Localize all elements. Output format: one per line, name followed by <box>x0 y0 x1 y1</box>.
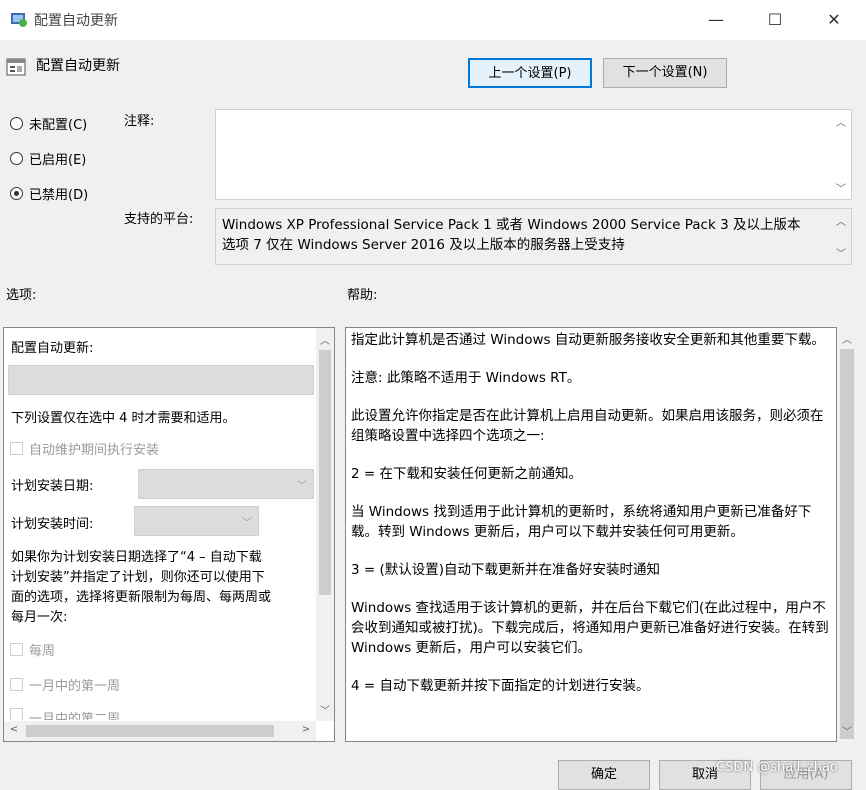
schedule-line-4: 每月一次: <box>11 610 68 625</box>
title-bar <box>0 0 866 40</box>
configure-combo[interactable] <box>8 365 314 395</box>
scroll-right-icon[interactable]: > <box>298 724 314 735</box>
watermark: CSDN @shall_zhao <box>716 760 838 775</box>
radio-not-configured[interactable]: 未配置(C) <box>10 112 87 134</box>
help-paragraph: Windows 查找适用于该计算机的更新，并在后台下载它们(在此过程中，用户不会… <box>351 600 829 656</box>
checkbox-icon <box>10 442 23 455</box>
help-text: 指定此计算机是否通过 Windows 自动更新服务接收安全更新和其他重要下载。 … <box>351 330 831 714</box>
install-day-select[interactable]: ﹀ <box>138 469 314 499</box>
radio-disabled[interactable]: 已禁用(D) <box>10 182 88 204</box>
scroll-up-icon[interactable]: ︿ <box>833 114 849 129</box>
scroll-down-icon[interactable]: ﹀ <box>833 180 849 195</box>
help-paragraph: 指定此计算机是否通过 Windows 自动更新服务接收安全更新和其他重要下载。 <box>351 332 825 348</box>
checkbox-label: 一月中的第一周 <box>29 679 121 694</box>
checkbox-label: 一月中的第二周 <box>29 712 121 720</box>
help-vertical-scrollbar[interactable]: ︿ ﹀ <box>838 327 856 742</box>
help-panel: 指定此计算机是否通过 Windows 自动更新服务接收安全更新和其他重要下载。 … <box>345 327 837 742</box>
scroll-left-icon[interactable]: < <box>6 724 22 735</box>
options-panel: 配置自动更新: 下列设置仅在选中 4 时才需要和适用。 自动维护期间执行安装 计… <box>3 327 335 742</box>
note-text: 下列设置仅在选中 4 时才需要和适用。 <box>11 411 236 426</box>
checkbox-icon <box>10 643 23 656</box>
schedule-text: 如果你为计划安装日期选择了“4 – 自动下载 计划安装”并指定了计划，则你还可以… <box>11 548 271 628</box>
weekly-checkbox[interactable]: 每周 <box>10 640 55 659</box>
radio-label: 已启用(E) <box>29 152 87 168</box>
radio-enabled[interactable]: 已启用(E) <box>10 147 86 169</box>
maintenance-checkbox[interactable]: 自动维护期间执行安装 <box>10 439 159 458</box>
scroll-thumb[interactable] <box>840 349 854 739</box>
platform-label: 支持的平台: <box>124 212 194 227</box>
first-week-checkbox[interactable]: 一月中的第一周 <box>10 675 120 694</box>
help-paragraph: 注意: 此策略不适用于 Windows RT。 <box>351 370 581 386</box>
window-title: 配置自动更新 <box>34 13 118 29</box>
close-button[interactable]: ✕ <box>814 8 854 32</box>
schedule-line-2: 计划安装”并指定了计划，则你还可以使用下 <box>11 570 265 585</box>
radio-label: 已禁用(D) <box>29 187 89 203</box>
radio-icon <box>10 116 23 130</box>
help-paragraph: 3 = (默认设置)自动下载更新并在准备好安装时通知 <box>351 562 661 578</box>
radio-label: 未配置(C) <box>29 117 88 133</box>
comment-label: 注释: <box>124 114 155 129</box>
second-week-checkbox[interactable]: 一月中的第二周 <box>10 708 120 720</box>
install-time-label: 计划安装时间: <box>11 517 94 532</box>
platform-line-2: 选项 7 仅在 Windows Server 2016 及以上版本的服务器上受支… <box>222 237 625 253</box>
scroll-up-icon[interactable]: ︿ <box>317 332 333 347</box>
help-paragraph: 此设置允许你指定是否在此计算机上启用自动更新。如果启用该服务，则必须在组策略设置… <box>351 408 824 444</box>
checkbox-label: 自动维护期间执行安装 <box>29 443 160 458</box>
scroll-down-icon[interactable]: ﹀ <box>317 702 333 717</box>
policy-icon <box>6 57 26 77</box>
previous-setting-button[interactable]: 上一个设置(P) <box>468 58 592 88</box>
radio-icon <box>10 151 23 165</box>
schedule-line-1: 如果你为计划安装日期选择了“4 – 自动下载 <box>11 550 262 565</box>
scroll-up-icon[interactable]: ︿ <box>833 213 849 228</box>
platform-line-1: Windows XP Professional Service Pack 1 或… <box>222 217 801 233</box>
options-vertical-scrollbar[interactable]: ︿ ﹀ <box>316 328 334 721</box>
checkbox-icon <box>10 678 23 691</box>
help-paragraph: 2 = 在下载和安装任何更新之前通知。 <box>351 466 582 482</box>
scroll-up-icon[interactable]: ︿ <box>839 331 855 346</box>
scroll-thumb[interactable] <box>319 350 331 595</box>
policy-name: 配置自动更新 <box>36 58 120 74</box>
chevron-down-icon: ﹀ <box>297 481 307 492</box>
maximize-button[interactable]: ☐ <box>755 8 795 32</box>
schedule-line-3: 面的选项，选择将更新限制为每周、每两周或 <box>11 590 272 605</box>
help-section-label: 帮助: <box>347 288 378 303</box>
scroll-down-icon[interactable]: ﹀ <box>839 723 855 738</box>
help-paragraph: 当 Windows 找到适用于此计算机的更新时，系统将通知用户更新已准备好下载。… <box>351 504 812 540</box>
platform-box: Windows XP Professional Service Pack 1 或… <box>215 208 852 265</box>
chevron-down-icon: ﹀ <box>242 518 252 529</box>
configure-label: 配置自动更新: <box>11 341 94 356</box>
next-setting-button[interactable]: 下一个设置(N) <box>603 58 727 88</box>
install-day-label: 计划安装日期: <box>11 479 94 494</box>
options-horizontal-scrollbar[interactable]: < > <box>4 721 316 741</box>
scroll-thumb[interactable] <box>26 725 274 737</box>
options-section-label: 选项: <box>6 288 37 303</box>
install-time-select[interactable]: ﹀ <box>134 506 259 536</box>
comment-input[interactable]: ︿ ﹀ <box>215 109 852 200</box>
scroll-down-icon[interactable]: ﹀ <box>833 245 849 260</box>
radio-checked-icon <box>10 186 23 200</box>
checkbox-icon <box>10 708 23 720</box>
app-icon <box>9 9 29 29</box>
help-paragraph: 4 = 自动下载更新并按下面指定的计划进行安装。 <box>351 678 650 694</box>
ok-button[interactable]: 确定 <box>558 760 650 790</box>
minimize-button[interactable]: — <box>696 8 736 32</box>
checkbox-label: 每周 <box>29 644 56 659</box>
